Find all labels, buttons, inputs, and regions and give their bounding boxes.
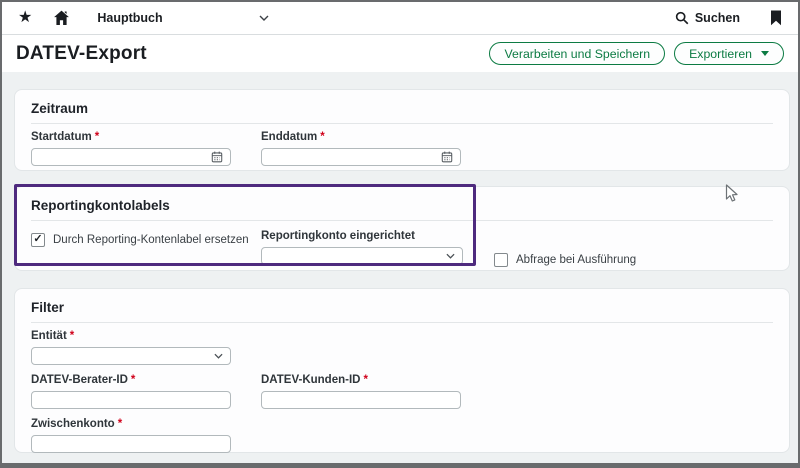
page-header: DATEV-Export Verarbeiten und Speichern E… [2, 35, 798, 72]
section-reportingkontolabels: Reportingkontolabels ✓ Durch Reporting-K… [14, 184, 790, 271]
chevron-down-icon [446, 253, 455, 259]
caret-down-icon [761, 51, 769, 56]
abfrage-checkbox[interactable] [494, 253, 508, 267]
berater-id-label: DATEV-Berater-ID [31, 374, 128, 386]
kunden-id-field: DATEV-Kunden-ID * [261, 374, 491, 409]
entitaet-label: Entität [31, 330, 67, 342]
required-marker: * [69, 330, 75, 342]
reportingkonto-field: Reportingkonto eingerichtet [261, 230, 463, 265]
chevron-down-icon [259, 15, 269, 21]
reportingkonto-select[interactable] [261, 247, 463, 265]
required-marker: * [320, 131, 325, 143]
abfrage-checkbox-label: Abfrage bei Ausführung [516, 254, 637, 266]
page-title: DATEV-Export [16, 42, 147, 64]
berater-id-input[interactable] [31, 391, 231, 409]
check-icon: ✓ [33, 233, 43, 245]
required-marker: * [130, 374, 136, 386]
enddatum-label: Enddatum [261, 131, 318, 143]
chevron-down-icon [214, 353, 223, 359]
replace-checkbox-label: Durch Reporting-Kontenlabel ersetzen [53, 234, 249, 246]
reporting-title: Reportingkontolabels [31, 195, 773, 221]
startdatum-field: Startdatum * [31, 131, 261, 166]
zwischenkonto-field: Zwischenkonto * [31, 418, 773, 453]
berater-id-field: DATEV-Berater-ID * [31, 374, 261, 409]
app-window: ★ Hauptbuch Suchen DATEV-Export Verarbei… [0, 0, 800, 468]
filter-title: Filter [31, 297, 773, 323]
enddatum-input[interactable] [261, 148, 461, 166]
bookmark-icon[interactable] [770, 10, 782, 26]
header-actions: Verarbeiten und Speichern Exportieren [489, 42, 784, 65]
entitaet-field: Entität * [31, 330, 773, 365]
star-icon[interactable]: ★ [18, 10, 32, 26]
home-icon[interactable] [53, 10, 70, 26]
kunden-id-input[interactable] [261, 391, 461, 409]
entitaet-select[interactable] [31, 347, 231, 365]
search-button[interactable]: Suchen [675, 11, 740, 25]
module-selector-label: Hauptbuch [97, 11, 163, 25]
required-marker: * [363, 374, 368, 386]
kunden-id-label: DATEV-Kunden-ID [261, 374, 361, 386]
required-marker: * [94, 131, 100, 143]
abfrage-checkbox-row: Abfrage bei Ausführung [494, 253, 636, 267]
zwischenkonto-label: Zwischenkonto [31, 418, 115, 430]
reportingkonto-label: Reportingkonto eingerichtet [261, 230, 415, 242]
calendar-icon[interactable] [211, 151, 223, 163]
search-icon [675, 11, 689, 25]
search-label: Suchen [694, 11, 740, 25]
main-content: Zeitraum Startdatum * Enddatum * Reporti… [2, 72, 798, 453]
top-navigation-bar: ★ Hauptbuch Suchen [2, 2, 798, 35]
startdatum-input[interactable] [31, 148, 231, 166]
section-zeitraum: Zeitraum Startdatum * Enddatum * [14, 89, 790, 171]
replace-checkbox-row: ✓ Durch Reporting-Kontenlabel ersetzen [31, 233, 261, 247]
replace-checkbox[interactable]: ✓ [31, 233, 45, 247]
calendar-icon[interactable] [441, 151, 453, 163]
zeitraum-title: Zeitraum [31, 98, 773, 124]
section-filter: Filter Entität * DATEV-Berater-ID * DATE… [14, 288, 790, 453]
enddatum-field: Enddatum * [261, 131, 491, 166]
module-selector-dropdown[interactable]: Hauptbuch [97, 11, 269, 25]
startdatum-label: Startdatum [31, 131, 92, 143]
zwischenkonto-input[interactable] [31, 435, 231, 453]
required-marker: * [117, 418, 123, 430]
export-button[interactable]: Exportieren [674, 42, 784, 65]
process-and-save-button[interactable]: Verarbeiten und Speichern [489, 42, 666, 65]
